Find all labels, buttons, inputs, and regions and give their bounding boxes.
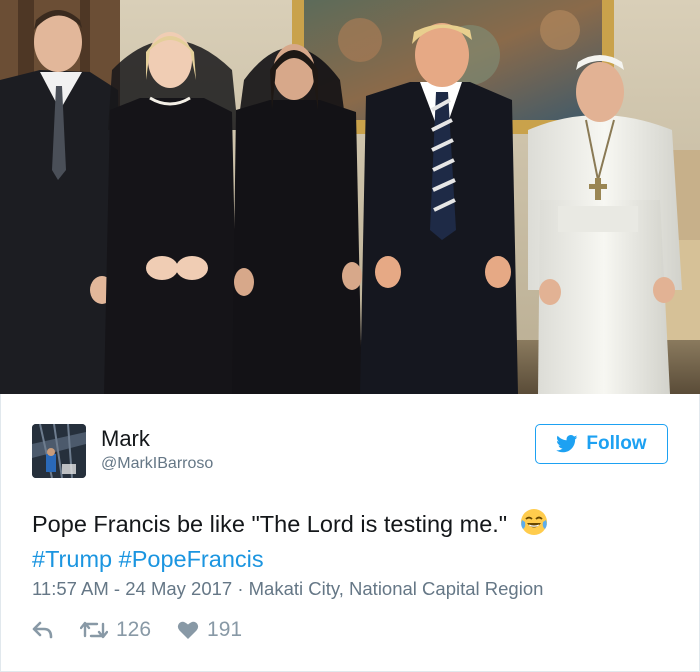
user-avatar[interactable] — [32, 424, 86, 478]
tweet-actions: 126 191 — [32, 617, 242, 643]
retweet-button[interactable]: 126 — [80, 618, 151, 642]
group-photo-illustration — [0, 0, 700, 394]
like-button[interactable]: 191 — [177, 618, 242, 642]
follow-button[interactable]: Follow — [535, 424, 668, 464]
tweet-text: Pope Francis be like "The Lord is testin… — [32, 508, 672, 575]
face-with-tears-of-joy-icon — [520, 508, 548, 544]
user-handle[interactable]: @MarkIBarroso — [101, 455, 213, 473]
retweet-icon — [80, 621, 108, 639]
twitter-bird-icon — [556, 435, 578, 453]
heart-icon — [177, 621, 199, 639]
follow-label: Follow — [586, 433, 647, 454]
tweet-timestamp-location[interactable]: 11:57 AM - 24 May 2017 · Makati City, Na… — [32, 578, 543, 600]
hashtag-link[interactable]: #Trump — [32, 546, 112, 572]
tweet-body: Pope Francis be like "The Lord is testin… — [32, 511, 508, 537]
hashtag-link[interactable]: #PopeFrancis — [119, 546, 264, 572]
reply-button[interactable] — [32, 621, 54, 639]
tweet-photo[interactable] — [0, 0, 700, 394]
reply-icon — [32, 621, 53, 639]
avatar-image — [32, 424, 86, 478]
like-count: 191 — [207, 618, 243, 641]
retweet-count: 126 — [116, 618, 152, 641]
user-name[interactable]: Mark — [101, 426, 150, 452]
